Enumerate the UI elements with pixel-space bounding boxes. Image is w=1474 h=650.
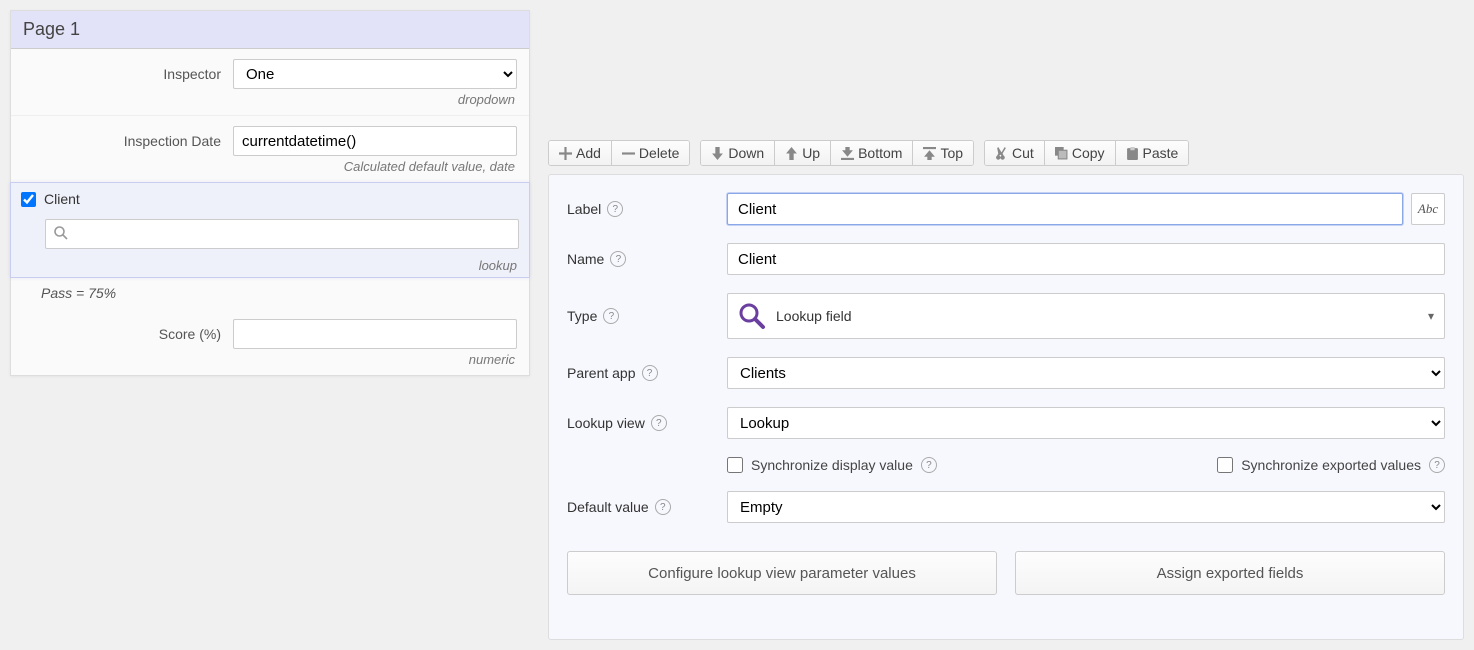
paste-button[interactable]: Paste <box>1116 141 1189 165</box>
arrow-top-icon <box>923 147 936 160</box>
top-button[interactable]: Top <box>913 141 973 165</box>
help-icon[interactable]: ? <box>921 457 937 473</box>
help-icon[interactable]: ? <box>655 499 671 515</box>
client-label: Client <box>44 191 80 207</box>
bottom-button[interactable]: Bottom <box>831 141 913 165</box>
up-button[interactable]: Up <box>775 141 831 165</box>
abc-button[interactable]: Abc <box>1411 193 1445 225</box>
field-inspection-date: Inspection Date Calculated default value… <box>11 116 529 183</box>
help-icon[interactable]: ? <box>603 308 619 324</box>
arrow-down-icon <box>711 147 724 160</box>
delete-button[interactable]: Delete <box>612 141 689 165</box>
name-caption: Name <box>567 251 604 267</box>
name-input[interactable] <box>727 243 1445 275</box>
minus-icon <box>622 147 635 160</box>
inspector-hint: dropdown <box>23 89 517 111</box>
label-caption: Label <box>567 201 601 217</box>
page-title: Page 1 <box>11 11 529 49</box>
help-icon[interactable]: ? <box>610 251 626 267</box>
client-hint: lookup <box>11 255 529 277</box>
type-caption: Type <box>567 308 597 324</box>
plus-icon <box>559 147 572 160</box>
help-icon[interactable]: ? <box>1429 457 1445 473</box>
arrow-bottom-icon <box>841 147 854 160</box>
cut-button[interactable]: Cut <box>985 141 1045 165</box>
score-label: Score (%) <box>23 326 233 342</box>
type-value: Lookup field <box>776 308 852 324</box>
parent-app-caption: Parent app <box>567 365 636 381</box>
help-icon[interactable]: ? <box>607 201 623 217</box>
default-value-caption: Default value <box>567 499 649 515</box>
down-button[interactable]: Down <box>701 141 775 165</box>
client-lookup-input[interactable] <box>45 219 519 249</box>
score-input[interactable] <box>233 319 517 349</box>
copy-icon <box>1055 147 1068 160</box>
field-client-selected[interactable]: Client lookup <box>10 182 530 278</box>
lookup-view-caption: Lookup view <box>567 415 645 431</box>
assign-exported-button[interactable]: Assign exported fields <box>1015 551 1445 595</box>
copy-button[interactable]: Copy <box>1045 141 1116 165</box>
client-checkbox[interactable] <box>21 192 36 207</box>
magnifier-icon <box>738 302 766 330</box>
score-hint: numeric <box>23 349 517 371</box>
inspector-label: Inspector <box>23 66 233 82</box>
paste-icon <box>1126 147 1139 160</box>
default-value-select[interactable]: Empty <box>727 491 1445 523</box>
configure-lookup-button[interactable]: Configure lookup view parameter values <box>567 551 997 595</box>
inspection-date-label: Inspection Date <box>23 133 233 149</box>
lookup-view-select[interactable]: Lookup <box>727 407 1445 439</box>
parent-app-select[interactable]: Clients <box>727 357 1445 389</box>
scissors-icon <box>995 147 1008 160</box>
inspection-date-input[interactable] <box>233 126 517 156</box>
field-inspector: Inspector One dropdown <box>11 49 529 116</box>
sync-display-checkbox[interactable]: Synchronize display value ? <box>727 457 937 473</box>
add-button[interactable]: Add <box>549 141 612 165</box>
help-icon[interactable]: ? <box>642 365 658 381</box>
arrow-up-icon <box>785 147 798 160</box>
label-input[interactable] <box>727 193 1403 225</box>
search-icon <box>53 225 69 244</box>
sync-export-checkbox[interactable]: Synchronize exported values ? <box>1217 457 1445 473</box>
pass-text: Pass = 75% <box>11 277 529 309</box>
type-select[interactable]: Lookup field <box>727 293 1445 339</box>
help-icon[interactable]: ? <box>651 415 667 431</box>
inspector-select[interactable]: One <box>233 59 517 89</box>
inspection-date-hint: Calculated default value, date <box>23 156 517 178</box>
field-score: Score (%) numeric <box>11 309 529 375</box>
